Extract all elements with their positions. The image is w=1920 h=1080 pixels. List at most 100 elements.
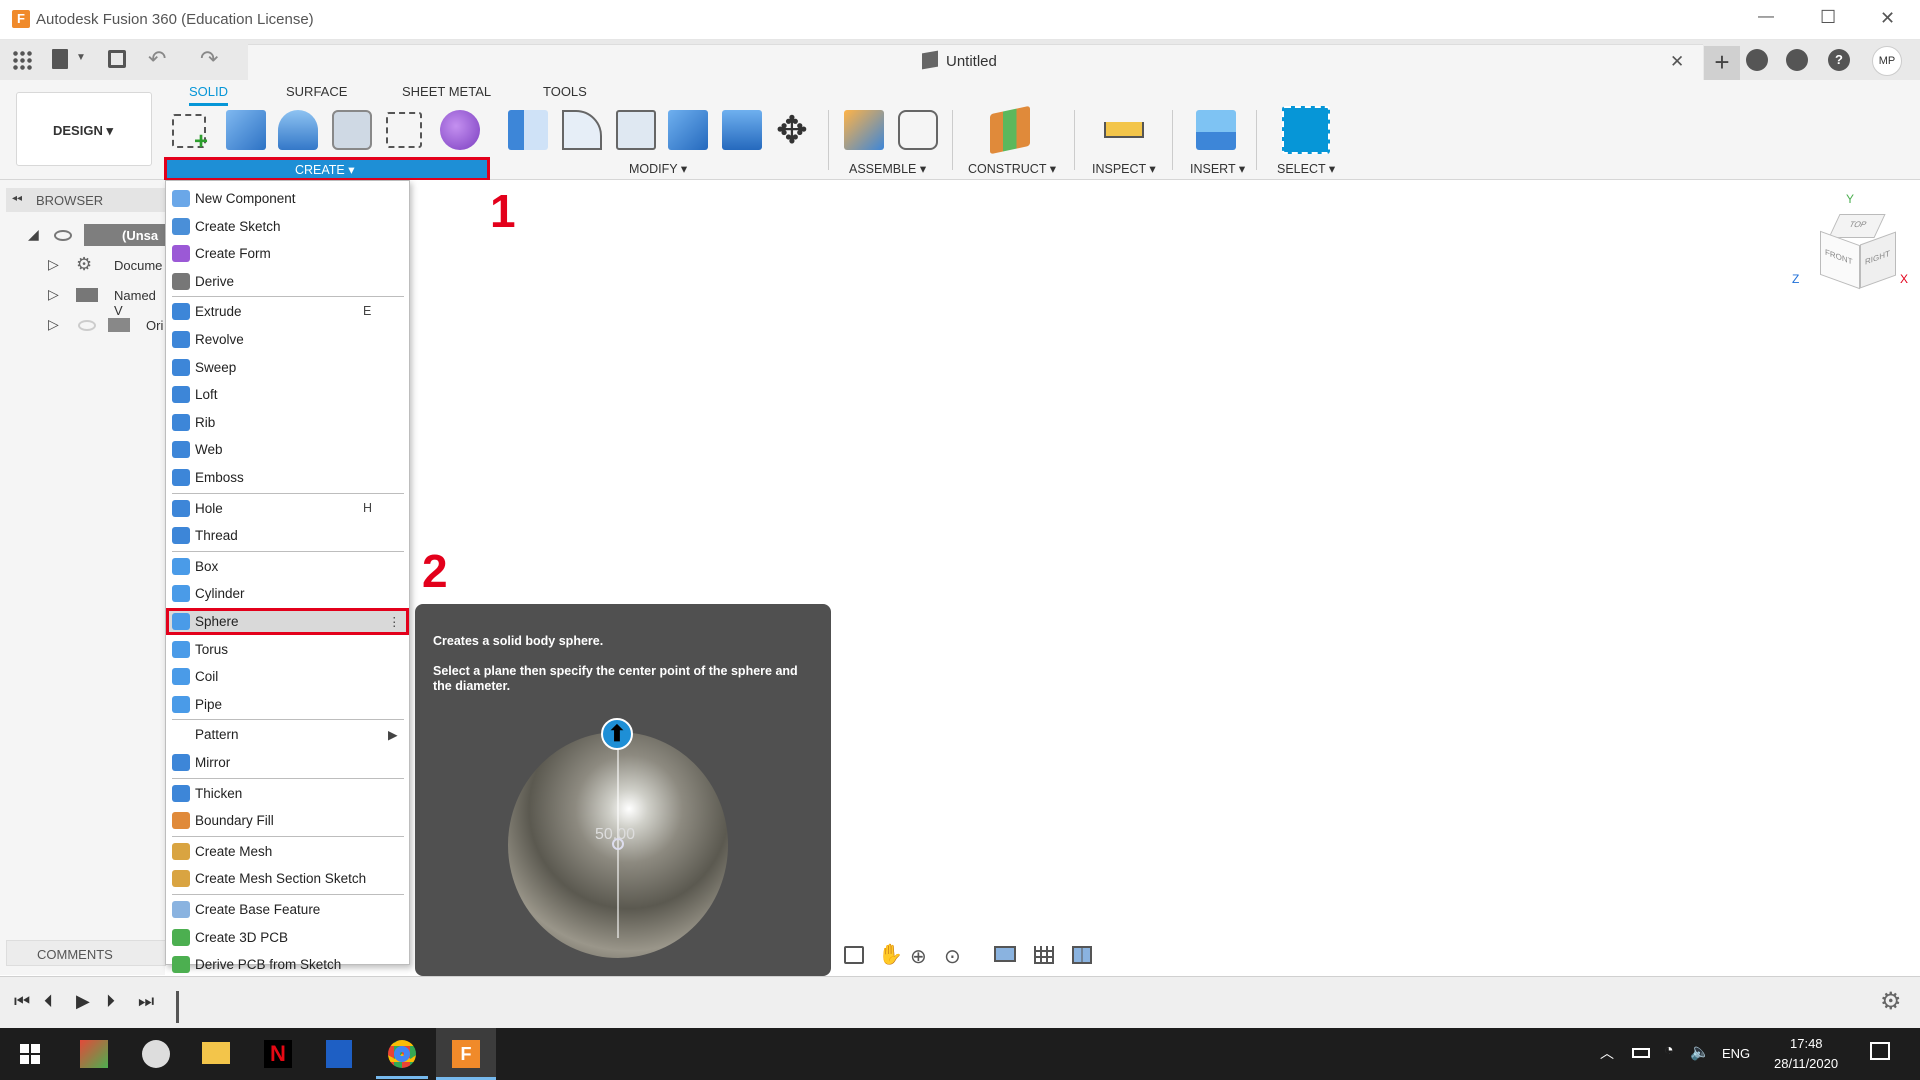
menu-item-box[interactable]: Box <box>166 553 409 580</box>
menu-item-emboss[interactable]: Emboss <box>166 464 409 491</box>
hole-tool-icon[interactable] <box>332 110 372 150</box>
menu-item-mirror[interactable]: Mirror <box>166 749 409 776</box>
step-forward-icon[interactable]: ⏵ <box>106 991 115 1012</box>
menu-item-derive-pcb-from-sketch[interactable]: Derive PCB from Sketch <box>166 951 409 978</box>
menu-item-coil[interactable]: Coil <box>166 663 409 690</box>
menu-item-create-base-feature[interactable]: Create Base Feature <box>166 896 409 923</box>
extrude-tool-icon[interactable] <box>226 110 266 150</box>
pattern-tool-icon[interactable] <box>386 112 422 148</box>
battery-icon[interactable] <box>1632 1048 1650 1058</box>
revolve-tool-icon[interactable] <box>278 110 318 150</box>
menu-item-hole[interactable]: Hole H <box>166 495 409 522</box>
viewcube-right-face[interactable]: RIGHT <box>1860 231 1896 289</box>
tab-solid[interactable]: SOLID <box>189 84 229 106</box>
play-icon[interactable]: ▶ <box>76 991 90 1012</box>
document-settings-label[interactable]: Docume <box>114 258 162 273</box>
menu-item-thicken[interactable]: Thicken <box>166 780 409 807</box>
data-panel-grid-icon[interactable] <box>12 50 32 70</box>
job-status-icon[interactable] <box>1746 49 1768 71</box>
menu-item-thread[interactable]: Thread <box>166 522 409 549</box>
display-settings-icon[interactable] <box>994 946 1016 962</box>
expand-arrow-icon[interactable]: ▷ <box>48 256 59 273</box>
redo-icon[interactable]: ↷ <box>200 46 218 72</box>
eye-icon[interactable] <box>54 230 72 241</box>
maximize-button[interactable]: ☐ <box>1820 7 1836 28</box>
expand-arrow-icon[interactable]: ▷ <box>48 286 59 303</box>
menu-item-boundary-fill[interactable]: Boundary Fill <box>166 807 409 834</box>
comments-panel[interactable]: COMMENTS <box>6 940 166 966</box>
browser-root-item[interactable]: (Unsa <box>84 224 166 246</box>
origin-label[interactable]: Ori <box>146 318 163 333</box>
create-group-button[interactable]: CREATE ▾ <box>164 157 490 181</box>
create-form-tool-icon[interactable] <box>440 110 480 150</box>
volume-icon[interactable]: 🔈 <box>1690 1042 1710 1062</box>
undo-icon[interactable]: ↶ <box>148 46 166 72</box>
menu-item-web[interactable]: Web <box>166 436 409 463</box>
construct-group-button[interactable]: CONSTRUCT ▾ <box>968 161 1056 176</box>
menu-item-create-sketch[interactable]: Create Sketch <box>166 213 409 240</box>
menu-item-pattern[interactable]: Pattern ▶ <box>166 721 409 748</box>
tab-sheet-metal[interactable]: SHEET METAL <box>402 84 491 99</box>
menu-item-create-3d-pcb[interactable]: Create 3D PCB <box>166 924 409 951</box>
collapse-triangle-icon[interactable]: ◢ <box>28 226 39 243</box>
autodesk-app-icon[interactable] <box>80 1040 108 1068</box>
user-avatar[interactable]: MP <box>1872 46 1902 76</box>
menu-item-create-mesh[interactable]: Create Mesh <box>166 838 409 865</box>
viewcube-top-face[interactable]: TOP <box>1828 214 1886 238</box>
netflix-icon[interactable]: N <box>264 1040 292 1068</box>
menu-item-sweep[interactable]: Sweep <box>166 354 409 381</box>
go-to-end-icon[interactable]: ⏭ <box>138 991 154 1012</box>
close-window-button[interactable]: ✕ <box>1880 8 1895 29</box>
tab-surface[interactable]: SURFACE <box>286 84 347 99</box>
menu-item-pipe[interactable]: Pipe <box>166 691 409 718</box>
menu-item-rib[interactable]: Rib <box>166 409 409 436</box>
measure-icon[interactable] <box>1104 122 1144 138</box>
paint-app-icon[interactable] <box>142 1040 170 1068</box>
look-at-icon[interactable] <box>844 946 864 964</box>
menu-item-new-component[interactable]: New Component <box>166 185 409 212</box>
menu-item-loft[interactable]: Loft <box>166 381 409 408</box>
menu-item-sphere[interactable]: Sphere ⋮ <box>166 608 409 635</box>
menu-item-cylinder[interactable]: Cylinder <box>166 580 409 607</box>
zoom-fit-icon[interactable]: ⊕ <box>910 944 927 969</box>
new-component-tool-icon[interactable] <box>844 110 884 150</box>
select-tool-icon[interactable] <box>1282 106 1330 154</box>
fusion-taskbar-button[interactable]: F <box>436 1028 496 1080</box>
viewports-icon[interactable] <box>1072 946 1092 964</box>
insert-image-icon[interactable] <box>1196 110 1236 150</box>
tray-chevron-icon[interactable]: ︿ <box>1600 1043 1614 1063</box>
expand-arrow-icon[interactable]: ▷ <box>48 316 59 333</box>
menu-item-revolve[interactable]: Revolve <box>166 326 409 353</box>
windows-start-icon[interactable] <box>20 1044 40 1064</box>
step-back-icon[interactable]: ⏴ <box>44 991 53 1012</box>
hidden-eye-icon[interactable] <box>78 320 96 331</box>
menu-item-torus[interactable]: Torus <box>166 636 409 663</box>
clock-date[interactable]: 28/11/2020 <box>1774 1056 1838 1071</box>
tab-tools[interactable]: TOOLS <box>543 84 587 99</box>
new-tab-button[interactable]: + <box>1704 46 1740 80</box>
clock-time[interactable]: 17:48 <box>1790 1036 1823 1051</box>
timeline-settings-icon[interactable]: ⚙ <box>1880 987 1902 1016</box>
viewcube-front-face[interactable]: FRONT <box>1820 230 1860 290</box>
menu-item-create-form[interactable]: Create Form <box>166 240 409 267</box>
language-indicator[interactable]: ENG <box>1722 1046 1750 1061</box>
move-icon[interactable]: ✥ <box>776 108 808 153</box>
notifications-icon[interactable] <box>1786 49 1808 71</box>
shell-icon[interactable] <box>668 110 708 150</box>
minimize-button[interactable]: — <box>1758 8 1774 26</box>
workspace-switcher[interactable]: DESIGN ▾ <box>16 92 152 166</box>
more-options-icon[interactable]: ⋮ <box>388 614 401 629</box>
pan-icon[interactable]: ✋ <box>878 942 903 967</box>
menu-item-derive[interactable]: Derive <box>166 268 409 295</box>
go-to-start-icon[interactable]: ⏮ <box>14 991 30 1012</box>
chamfer-icon[interactable] <box>616 110 656 150</box>
insert-group-button[interactable]: INSERT ▾ <box>1190 161 1245 176</box>
grid-settings-icon[interactable] <box>1034 946 1054 964</box>
file-explorer-icon[interactable] <box>202 1042 230 1064</box>
press-pull-icon[interactable] <box>508 110 548 150</box>
inspect-group-button[interactable]: INSPECT ▾ <box>1092 161 1156 176</box>
menu-item-create-mesh-section-sketch[interactable]: Create Mesh Section Sketch <box>166 865 409 892</box>
combine-icon[interactable] <box>722 110 762 150</box>
action-center-icon[interactable] <box>1870 1042 1890 1060</box>
save-app-icon[interactable] <box>326 1040 352 1068</box>
